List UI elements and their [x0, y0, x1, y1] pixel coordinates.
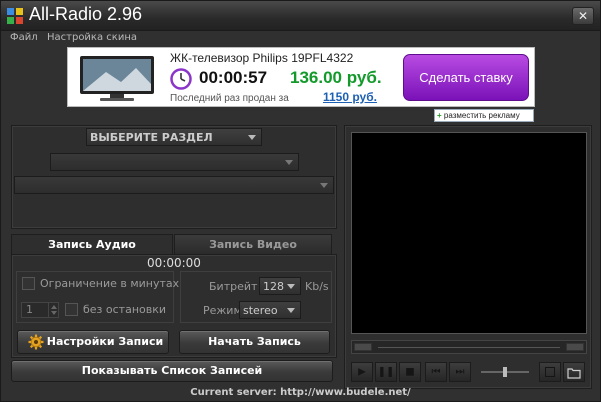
mode-value: stereo [243, 304, 278, 317]
section-select-label: ВЫБЕРИТЕ РАЗДЕЛ [90, 131, 213, 144]
seek-forward-handle[interactable] [566, 343, 584, 351]
menu-bar: Файл Настройка скина [1, 31, 600, 47]
next-button[interactable]: ⏭ [449, 362, 471, 382]
stop-icon: ■ [405, 366, 415, 378]
plus-icon: + [437, 111, 442, 120]
bid-button[interactable]: Сделать ставку [403, 54, 529, 101]
menu-file[interactable]: Файл [10, 32, 38, 43]
next-icon: ⏭ [455, 366, 465, 378]
ad-product-name: ЖК-телевизор Philips 19PFL4322 [170, 51, 354, 65]
limit-minutes-stepper[interactable]: 1 [21, 302, 59, 318]
bitrate-select[interactable]: 128 [259, 277, 301, 295]
bitrate-unit: Kb/s [305, 280, 329, 293]
folder-icon [567, 368, 581, 379]
bitrate-group: Битрейт 128 Kb/s Режим stereo [180, 271, 332, 323]
open-folder-button[interactable] [563, 362, 585, 382]
subsection-select[interactable] [50, 153, 299, 171]
settings-gear-icon [28, 334, 44, 350]
mode-select[interactable]: stereo [239, 301, 301, 319]
stop-button[interactable]: ■ [399, 362, 421, 382]
record-timer: 00:00:00 [147, 256, 201, 270]
previous-icon: ⏮ [431, 366, 441, 378]
video-panel: ▶ ❚❚ ■ ⏮ ⏭ [344, 125, 592, 389]
station-select[interactable] [14, 176, 334, 194]
status-bar-server: Current server: http://www.budele.net/ [190, 387, 411, 398]
limit-group: Ограничение в минутах 1 без остановки [16, 271, 179, 323]
show-recordings-list-button[interactable]: Показывать Список Записей [11, 360, 333, 382]
place-ad-label: разместить рекламу [443, 111, 520, 120]
seek-bar[interactable] [351, 340, 587, 354]
chevron-down-icon [248, 135, 256, 140]
play-icon: ▶ [358, 366, 366, 378]
limit-minutes-label: Ограничение в минутах [40, 277, 180, 290]
bitrate-value: 128 [263, 280, 284, 293]
place-ad-link[interactable]: + разместить рекламу [434, 109, 534, 122]
record-settings-button[interactable]: Настройки Записи [17, 330, 169, 354]
ad-banner[interactable]: ЖК-телевизор Philips 19PFL4322 00:00:57 … [67, 47, 535, 107]
nonstop-checkbox[interactable] [65, 303, 78, 316]
start-recording-button[interactable]: Начать Запись [179, 330, 330, 354]
seek-track[interactable] [378, 347, 560, 348]
mode-label: Режим [203, 304, 242, 317]
ad-countdown: 00:00:57 [199, 68, 268, 87]
ad-price: 136.00 руб. [290, 68, 382, 87]
previous-button[interactable]: ⏮ [425, 362, 447, 382]
title-bar[interactable]: All-Radio 2.96 ✕ [1, 1, 600, 31]
clock-icon [170, 68, 192, 90]
nonstop-label: без остановки [83, 303, 167, 316]
tab-video-recording[interactable]: Запись Видео [174, 234, 332, 255]
pause-icon: ❚❚ [377, 366, 395, 378]
chevron-down-icon [287, 308, 295, 313]
fullscreen-button[interactable] [539, 362, 561, 382]
limit-minutes-value: 1 [26, 303, 33, 316]
spin-up-icon[interactable] [51, 305, 57, 309]
volume-slider[interactable] [481, 367, 529, 377]
video-screen [351, 132, 587, 334]
close-button[interactable]: ✕ [572, 7, 594, 25]
app-window: All-Radio 2.96 ✕ Файл Настройка скина ЖК… [0, 0, 601, 402]
limit-minutes-checkbox[interactable] [22, 277, 35, 290]
volume-knob[interactable] [503, 367, 507, 377]
ad-last-sold-price[interactable]: 1150 руб. [323, 90, 377, 104]
tab-audio-recording[interactable]: Запись Аудио [11, 234, 173, 255]
chevron-down-icon [287, 284, 295, 289]
audio-record-panel: 00:00:00 Ограничение в минутах 1 без ост… [11, 254, 337, 358]
app-logo-icon [7, 8, 23, 24]
chevron-down-icon [285, 160, 293, 165]
spin-down-icon[interactable] [51, 311, 57, 315]
play-button[interactable]: ▶ [351, 362, 373, 382]
section-panel: ВЫБЕРИТЕ РАЗДЕЛ [11, 125, 337, 229]
seek-back-handle[interactable] [354, 343, 372, 351]
ad-last-sold-label: Последний раз продан за [170, 93, 289, 104]
pause-button[interactable]: ❚❚ [375, 362, 397, 382]
section-select[interactable]: ВЫБЕРИТЕ РАЗДЕЛ [86, 128, 262, 146]
window-icon [545, 367, 555, 377]
bitrate-label: Битрейт [209, 280, 258, 293]
window-title: All-Radio 2.96 [29, 4, 143, 24]
chevron-down-icon [320, 183, 328, 188]
tv-product-icon [80, 56, 154, 101]
menu-skin-settings[interactable]: Настройка скина [47, 32, 137, 43]
